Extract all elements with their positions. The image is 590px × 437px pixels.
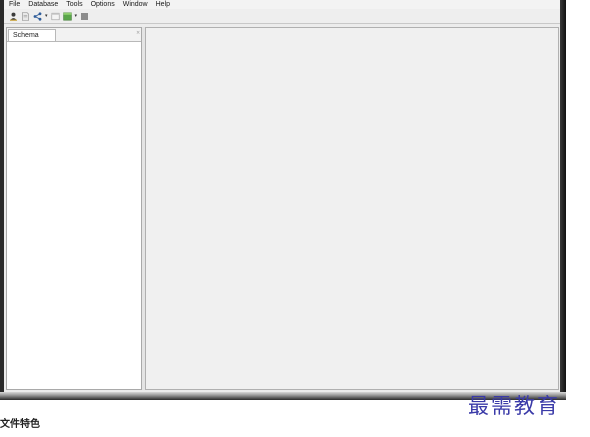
menu-file[interactable]: File [4,0,24,9]
menu-options[interactable]: Options [87,0,119,9]
section-caption: 文件特色 [0,419,40,430]
stop-button[interactable] [80,12,89,21]
tab-schema[interactable]: Schema [8,29,56,41]
sql-editor-button[interactable] [51,12,60,21]
panel-tab-strip: Schema × [7,28,141,42]
table-dropdown-chevron-icon[interactable]: ▾ [75,12,78,21]
toolbar: ▾ ▾ [4,9,560,24]
editor-area [145,27,559,390]
user-button[interactable] [9,12,18,21]
menu-database[interactable]: Database [24,0,62,9]
connect-dropdown-chevron-icon[interactable]: ▾ [45,12,48,21]
watermark-logo: 最需教育 [468,394,560,418]
menu-bar: File Database Tools Options Window Help [4,0,560,9]
menu-help[interactable]: Help [152,0,174,9]
connect-icon [33,11,42,21]
new-document-button[interactable] [21,11,30,21]
stop-icon [81,12,89,20]
window-frame: File Database Tools Options Window Help [0,0,566,400]
table-button[interactable] [62,12,72,21]
menu-window[interactable]: Window [119,0,152,9]
connect-button[interactable] [33,11,42,21]
window-border-right [560,0,566,400]
schema-panel: Schema × [6,27,142,390]
sql-editor-icon [51,12,60,20]
user-icon [10,12,17,21]
application-window: File Database Tools Options Window Help [4,0,560,392]
table-icon [62,12,72,21]
close-icon[interactable]: × [136,29,140,37]
menu-tools[interactable]: Tools [62,0,86,9]
document-icon [22,11,29,21]
